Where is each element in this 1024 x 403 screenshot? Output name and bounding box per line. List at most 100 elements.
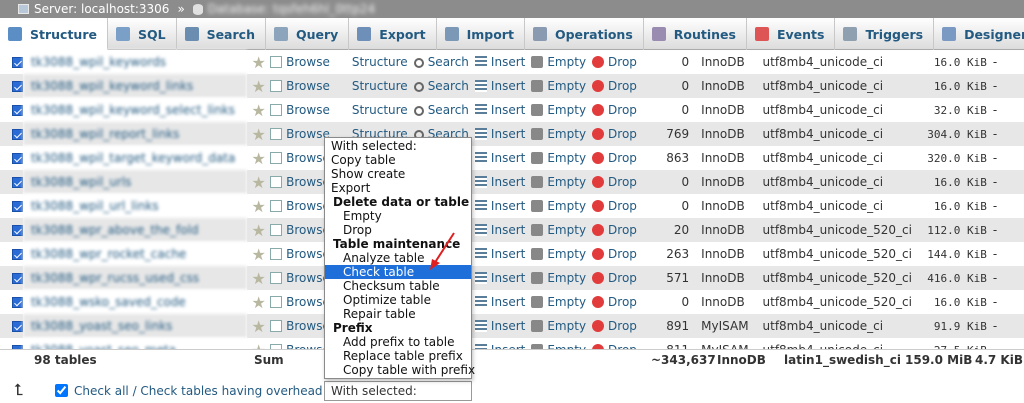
dropdown-option[interactable]: Checksum table <box>325 279 471 293</box>
table-name-link[interactable]: tk3088_wpr_rucss_used_css <box>23 266 248 290</box>
empty-action[interactable]: Empty <box>531 266 593 290</box>
with-selected-dropdown[interactable]: With selected: Copy table Show create Expor… <box>324 137 475 379</box>
search-action[interactable]: Search <box>413 74 475 98</box>
drop-action[interactable]: Drop <box>592 266 643 290</box>
dropdown-option[interactable]: Copy table with prefix <box>325 363 475 377</box>
tab-sql[interactable]: SQL <box>108 18 177 50</box>
tab-import[interactable]: Import <box>437 18 525 50</box>
dropdown-option[interactable]: Drop <box>325 223 471 237</box>
row-checkbox[interactable] <box>12 81 23 92</box>
insert-action[interactable]: Insert <box>474 218 532 242</box>
empty-action[interactable]: Empty <box>531 194 593 218</box>
table-name-link[interactable]: tk3088_wpil_target_keyword_data <box>23 146 248 170</box>
favorite-star-icon[interactable]: ★ <box>247 50 271 74</box>
dropdown-option[interactable]: Export <box>325 181 471 195</box>
empty-action[interactable]: Empty <box>531 50 593 74</box>
search-action[interactable]: Search <box>413 98 475 122</box>
row-checkbox[interactable] <box>12 249 23 260</box>
tab-search[interactable]: Search <box>177 18 266 50</box>
check-all-label[interactable]: Check all / Check tables having overhead <box>74 384 323 398</box>
insert-action[interactable]: Insert <box>474 266 532 290</box>
empty-action[interactable]: Empty <box>531 122 593 146</box>
tab-triggers[interactable]: Triggers <box>835 18 935 50</box>
tab-export[interactable]: Export <box>349 18 437 50</box>
table-name-link[interactable]: tk3088_wsko_saved_code <box>23 290 248 314</box>
empty-action[interactable]: Empty <box>531 242 593 266</box>
row-checkbox[interactable] <box>12 105 23 116</box>
dropdown-option[interactable]: Check table <box>325 265 471 279</box>
dropdown-option[interactable]: Repair table <box>325 307 471 321</box>
insert-action[interactable]: Insert <box>474 122 532 146</box>
insert-action[interactable]: Insert <box>474 242 532 266</box>
browse-action[interactable]: Browse <box>270 98 336 122</box>
structure-action[interactable]: Structure <box>335 74 414 98</box>
browse-action[interactable]: Browse <box>270 74 336 98</box>
dropdown-option[interactable]: Replace table prefix <box>325 349 471 363</box>
row-checkbox[interactable] <box>12 153 23 164</box>
favorite-star-icon[interactable]: ★ <box>247 194 271 218</box>
drop-action[interactable]: Drop <box>592 122 643 146</box>
dropdown-option[interactable]: Copy table <box>325 153 471 167</box>
tab-events[interactable]: Events <box>747 18 836 50</box>
breadcrumb-server[interactable]: Server: localhost:3306 <box>34 2 169 16</box>
favorite-star-icon[interactable]: ★ <box>247 98 271 122</box>
insert-action[interactable]: Insert <box>474 98 532 122</box>
empty-action[interactable]: Empty <box>531 314 593 338</box>
drop-action[interactable]: Drop <box>592 74 643 98</box>
table-name-link[interactable]: tk3088_wpil_keyword_links <box>23 74 248 98</box>
favorite-star-icon[interactable]: ★ <box>247 170 271 194</box>
favorite-star-icon[interactable]: ★ <box>247 242 271 266</box>
table-name-link[interactable]: tk3088_wpil_keywords <box>23 50 248 74</box>
favorite-star-icon[interactable]: ★ <box>247 146 271 170</box>
favorite-star-icon[interactable]: ★ <box>247 266 271 290</box>
dropdown-option[interactable]: Optimize table <box>325 293 471 307</box>
empty-action[interactable]: Empty <box>531 98 593 122</box>
empty-action[interactable]: Empty <box>531 146 593 170</box>
table-name-link[interactable]: tk3088_wpil_report_links <box>23 122 248 146</box>
insert-action[interactable]: Insert <box>474 194 532 218</box>
row-checkbox[interactable] <box>12 321 23 332</box>
table-name-link[interactable]: tk3088_yoast_seo_links <box>23 314 248 338</box>
dropdown-option[interactable]: With selected: <box>325 139 471 153</box>
drop-action[interactable]: Drop <box>592 242 643 266</box>
dropdown-option[interactable]: Analyze table <box>325 251 471 265</box>
favorite-star-icon[interactable]: ★ <box>247 314 271 338</box>
dropdown-option[interactable]: Show create <box>325 167 471 181</box>
empty-action[interactable]: Empty <box>531 218 593 242</box>
empty-action[interactable]: Empty <box>531 74 593 98</box>
row-checkbox[interactable] <box>12 129 23 140</box>
insert-action[interactable]: Insert <box>474 146 532 170</box>
row-checkbox[interactable] <box>12 201 23 212</box>
drop-action[interactable]: Drop <box>592 146 643 170</box>
insert-action[interactable]: Insert <box>474 314 532 338</box>
drop-action[interactable]: Drop <box>592 290 643 314</box>
dropdown-option[interactable]: Empty <box>325 209 471 223</box>
search-action[interactable]: Search <box>413 50 475 74</box>
favorite-star-icon[interactable]: ★ <box>247 122 271 146</box>
table-name-link[interactable]: tk3088_wpil_keyword_select_links <box>23 98 248 122</box>
structure-action[interactable]: Structure <box>335 98 414 122</box>
empty-action[interactable]: Empty <box>531 170 593 194</box>
tab-query[interactable]: Query <box>266 18 350 50</box>
breadcrumb-database[interactable]: Database: tqsfeh6hl_0ttp24 <box>208 2 375 16</box>
insert-action[interactable]: Insert <box>474 74 532 98</box>
row-checkbox[interactable] <box>12 297 23 308</box>
with-selected-select[interactable]: With selected: <box>324 381 472 401</box>
drop-action[interactable]: Drop <box>592 98 643 122</box>
favorite-star-icon[interactable]: ★ <box>247 218 271 242</box>
table-name-link[interactable]: tk3088_wpr_above_the_fold <box>23 218 248 242</box>
tab-structure[interactable]: Structure <box>0 18 108 50</box>
row-checkbox[interactable] <box>12 177 23 188</box>
insert-action[interactable]: Insert <box>474 290 532 314</box>
table-name-link[interactable]: tk3088_wpil_urls <box>23 170 248 194</box>
table-name-link[interactable]: tk3088_wpr_rocket_cache <box>23 242 248 266</box>
check-all-checkbox[interactable] <box>55 384 68 397</box>
dropdown-option[interactable]: Add prefix to table <box>325 335 471 349</box>
tab-operations[interactable]: Operations <box>525 18 644 50</box>
insert-action[interactable]: Insert <box>474 170 532 194</box>
drop-action[interactable]: Drop <box>592 50 643 74</box>
row-checkbox[interactable] <box>12 225 23 236</box>
favorite-star-icon[interactable]: ★ <box>247 290 271 314</box>
structure-action[interactable]: Structure <box>335 50 414 74</box>
drop-action[interactable]: Drop <box>592 218 643 242</box>
